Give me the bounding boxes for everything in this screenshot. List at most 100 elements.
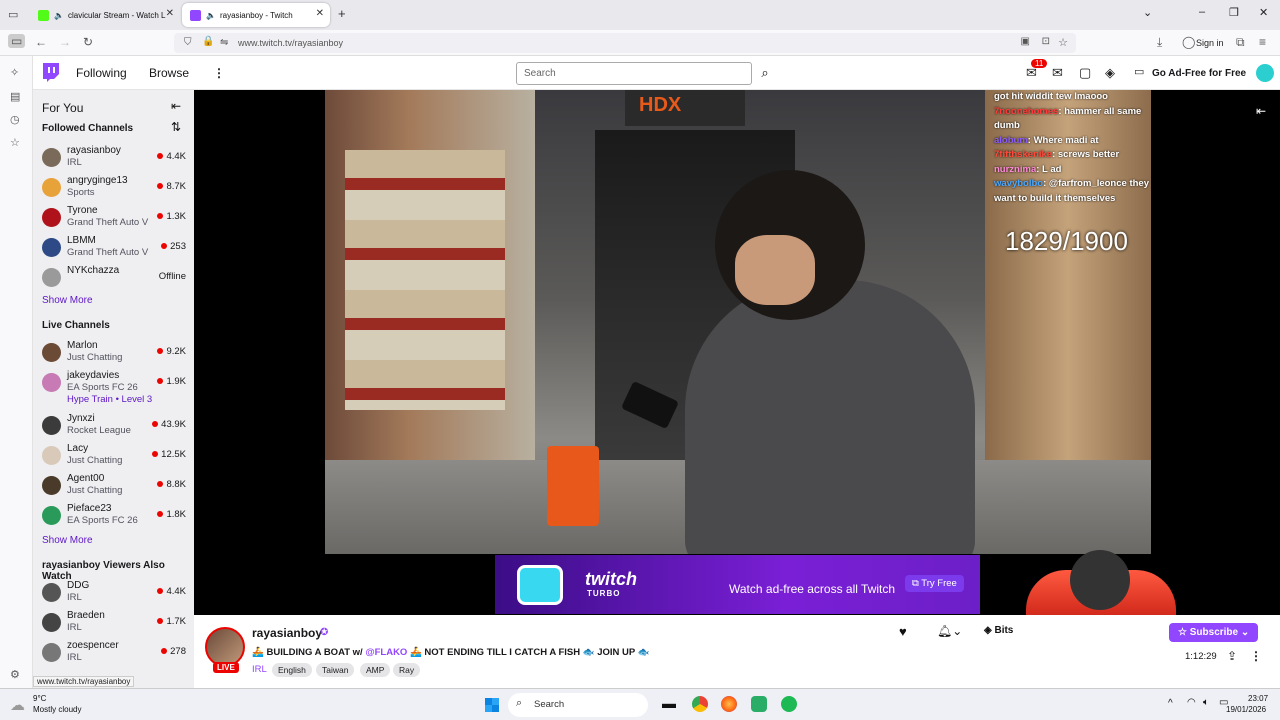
search-icon[interactable]: ⌕	[754, 62, 776, 85]
tag-english[interactable]: English	[272, 663, 312, 677]
screenshot-icon[interactable]: ⊡	[1042, 36, 1050, 47]
channel-avatar[interactable]	[205, 627, 245, 667]
viewer-count: 1.7K	[157, 616, 186, 627]
channel-row[interactable]: angryginge13 Sports 8.7K	[33, 175, 194, 205]
sort-icon[interactable]: ⇅	[171, 120, 181, 134]
tab-list-icon[interactable]: ▭	[8, 8, 18, 21]
follow-heart-icon[interactable]: ♥	[899, 624, 907, 639]
back-icon[interactable]: ←	[35, 35, 47, 49]
try-free-button[interactable]: ⧉ Try Free	[905, 575, 964, 592]
close-window-icon[interactable]: ✕	[1259, 6, 1268, 19]
expand-chat-icon[interactable]: ⇤	[1256, 104, 1266, 118]
bits-button[interactable]: ◈ Bits	[984, 625, 1013, 636]
taskbar-search[interactable]: ⌕ Search	[508, 693, 648, 717]
subscribe-button[interactable]: ☆ Subscribe ⌄	[1169, 623, 1259, 642]
channel-row[interactable]: NYKchazza Offline	[33, 265, 194, 295]
user-avatar[interactable]	[1256, 64, 1274, 82]
sidebar-toggle-icon[interactable]: ▭	[8, 34, 26, 48]
synced-tabs-icon[interactable]: ▤	[10, 90, 20, 103]
channel-name: DDG	[67, 580, 90, 591]
collapse-sidebar-icon[interactable]: ⇤	[171, 99, 181, 113]
forward-icon[interactable]: →	[59, 35, 71, 49]
chat-line: nurznima: L ad	[994, 163, 1062, 175]
channel-row[interactable]: rayasianboy IRL 4.4K	[33, 145, 194, 175]
more-menu-icon[interactable]: ⋮	[213, 66, 225, 80]
wifi-icon[interactable]: ◠	[1187, 697, 1196, 708]
reload-icon[interactable]: ↻	[83, 35, 93, 49]
whispers-icon[interactable]: ✉	[1052, 65, 1063, 81]
clock-time[interactable]: 23:07	[1248, 694, 1268, 703]
channel-row[interactable]: Agent00 Just Chatting 8.8K	[33, 473, 194, 503]
bookmarks-icon[interactable]: ☆	[10, 136, 20, 149]
tab-rayasianboy[interactable]: 🔈 rayasianboy - Twitch ✕	[182, 3, 330, 27]
tag-ray[interactable]: Ray	[393, 663, 421, 677]
extensions-icon[interactable]: ⧉	[1236, 35, 1245, 50]
mention-link[interactable]: @FLAKO	[365, 647, 407, 658]
channel-name[interactable]: rayasianboy	[252, 626, 322, 640]
account-icon[interactable]: ◯	[1182, 35, 1195, 49]
twitch-top-nav: Following Browse ⋮ Search ⌕ ✉ 11 ✉ ▢ ◈ ▭…	[33, 56, 1280, 90]
firefox-icon[interactable]	[721, 696, 737, 712]
sign-in-link[interactable]: Sign in	[1196, 38, 1224, 48]
customize-sidebar-icon[interactable]: ⚙	[10, 668, 20, 681]
new-tab-icon[interactable]: +	[338, 6, 346, 21]
tag-amp[interactable]: AMP	[360, 663, 391, 677]
channel-row[interactable]: Marlon Just Chatting 9.2K	[33, 340, 194, 370]
show-more-live[interactable]: Show More	[42, 535, 93, 546]
history-icon[interactable]: ◷	[10, 113, 20, 126]
turbo-ad-banner[interactable]: twitch TURBO Watch ad-free across all Tw…	[495, 555, 980, 614]
maximize-icon[interactable]: ❐	[1229, 6, 1239, 19]
browse-link[interactable]: Browse	[149, 66, 189, 80]
tab-overflow-chevron-icon[interactable]: ⌄	[1143, 6, 1152, 19]
notifications-bell-icon[interactable]: 🔔︎⌄	[937, 624, 962, 638]
show-more-followed[interactable]: Show More	[42, 295, 93, 306]
more-options-icon[interactable]: ⋮	[1250, 649, 1262, 663]
channel-row[interactable]: Braeden IRL 1.7K	[33, 610, 194, 640]
minimize-icon[interactable]: –	[1199, 6, 1205, 18]
bookmark-star-icon[interactable]: ☆	[1058, 36, 1068, 49]
bits-icon[interactable]: ◈	[1105, 65, 1115, 81]
channel-name: Agent00	[67, 473, 105, 484]
channel-row[interactable]: DDG IRL 4.4K	[33, 580, 194, 610]
file-explorer-icon[interactable]: ▬	[662, 695, 676, 711]
chrome-icon[interactable]	[692, 696, 708, 712]
tag-taiwan[interactable]: Taiwan	[316, 663, 355, 677]
reader-icon[interactable]: ▣	[1021, 36, 1030, 47]
address-bar[interactable]: ⛉ 🔒 ⇋ www.twitch.tv/rayasianboy ▣ ⊡ ☆	[174, 33, 1076, 53]
channel-row[interactable]: jakeydavies EA Sports FC 26 Hype Train • L…	[33, 370, 194, 405]
menu-icon[interactable]: ≡	[1259, 35, 1266, 49]
channel-row[interactable]: Jynxzi Rocket League 43.9K	[33, 413, 194, 443]
volume-icon[interactable]: 🔈︎	[1203, 697, 1209, 708]
tab-clavicular[interactable]: 🔈 clavicular Stream - Watch L ✕	[30, 3, 180, 27]
downloads-icon[interactable]: ⤓	[1157, 35, 1162, 50]
viewer-count-text: 8.8K	[166, 479, 186, 490]
spotify-icon[interactable]	[781, 696, 797, 712]
channel-row[interactable]: Lacy Just Chatting 12.5K	[33, 443, 194, 473]
clock-date[interactable]: 19/01/2026	[1226, 705, 1266, 714]
weather-icon[interactable]: ☁	[10, 696, 25, 714]
category-link[interactable]: IRL	[252, 664, 267, 675]
channel-row[interactable]: LBMM Grand Theft Auto V 253	[33, 235, 194, 265]
wechat-icon[interactable]	[751, 696, 767, 712]
share-icon[interactable]: ⇪	[1227, 649, 1237, 663]
following-link[interactable]: Following	[76, 66, 127, 80]
go-ad-free-button[interactable]: Go Ad-Free for Free	[1152, 68, 1246, 79]
close-tab-icon[interactable]: ✕	[316, 8, 324, 19]
live-dot-icon	[152, 421, 159, 427]
tray-chevron-icon[interactable]: ^	[1168, 698, 1173, 709]
windows-start-icon[interactable]	[484, 697, 500, 713]
channel-row[interactable]: Tyrone Grand Theft Auto V 1.3K	[33, 205, 194, 235]
close-tab-icon[interactable]: ✕	[166, 8, 174, 19]
search-input[interactable]: Search	[516, 62, 752, 85]
channel-category: IRL	[67, 157, 82, 168]
chat-username: nurznima	[994, 163, 1037, 175]
channel-avatar	[42, 178, 61, 197]
ai-chat-icon[interactable]: ✧	[10, 66, 19, 79]
channel-row[interactable]: zoespencer IRL 278	[33, 640, 194, 670]
video-player[interactable]: HDX got hit widdit tew lmaooo 7noonehome…	[194, 90, 1280, 690]
twitch-sidebar: For You ⇤ Followed Channels ⇅ rayasianbo…	[33, 90, 194, 688]
weather-desc: Mostly cloudy	[33, 705, 82, 714]
twitch-logo-icon[interactable]	[41, 63, 59, 83]
channel-row[interactable]: Pieface23 EA Sports FC 26 1.8K	[33, 503, 194, 533]
chat-bubble-icon[interactable]: ▢	[1079, 65, 1091, 81]
